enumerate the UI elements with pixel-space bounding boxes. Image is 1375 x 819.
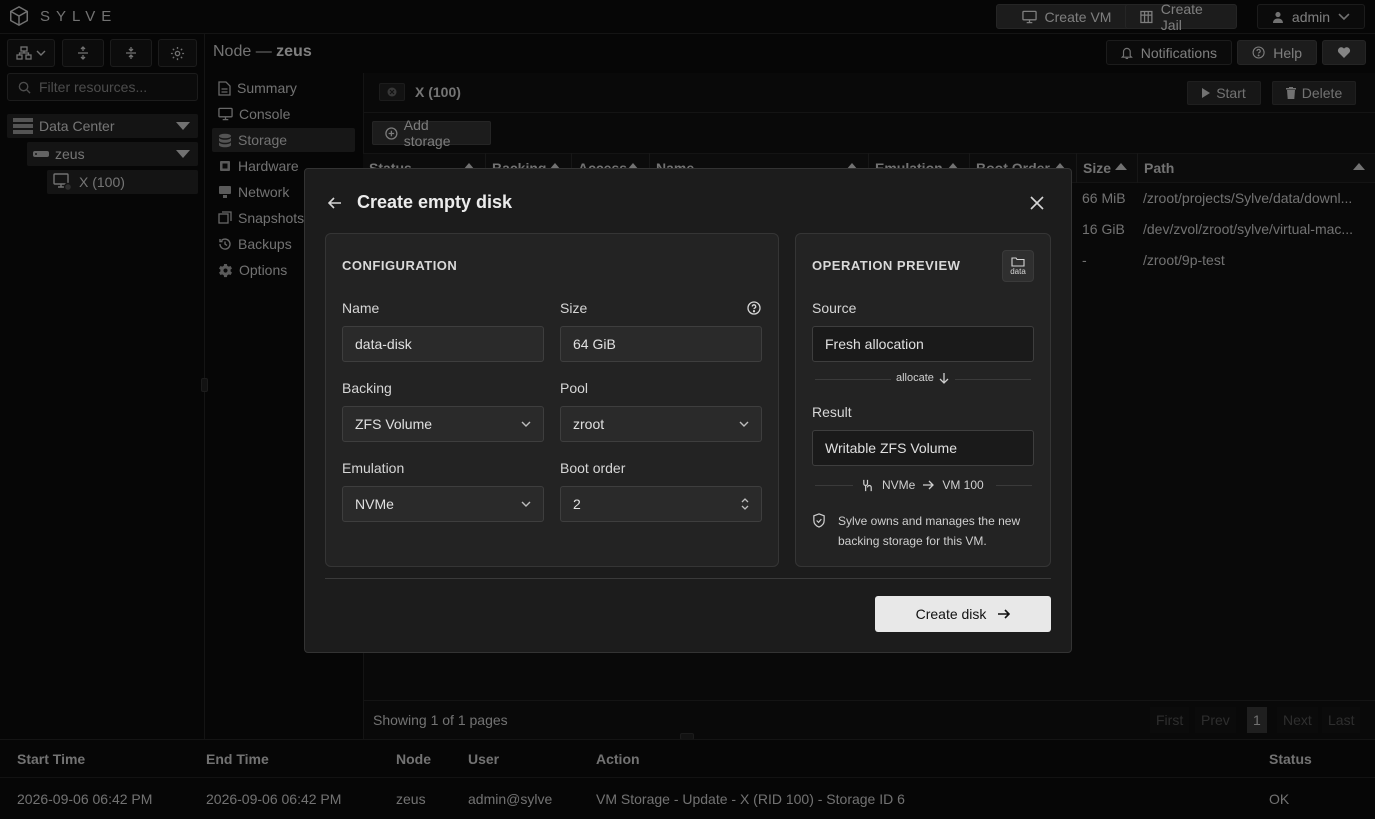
allocate-label: allocate [896, 372, 934, 384]
shield-check-icon [813, 513, 825, 528]
boot-order-value: 2 [573, 496, 581, 512]
arrow-down-icon [939, 372, 949, 384]
name-value: data-disk [355, 336, 412, 352]
chevron-down-icon [521, 421, 531, 427]
source-value-box: Fresh allocation [812, 326, 1034, 362]
arrow-right-icon [923, 480, 935, 490]
configuration-header: CONFIGURATION [342, 258, 458, 273]
size-label: Size [560, 300, 588, 316]
arrow-right-icon [998, 609, 1011, 619]
source-label: Source [812, 300, 857, 316]
help-circle-icon[interactable] [747, 301, 761, 315]
name-input[interactable]: data-disk [342, 326, 544, 362]
stepper-arrows-icon[interactable] [741, 497, 749, 511]
size-value: 64 GiB [573, 336, 616, 352]
pool-label: Pool [560, 380, 589, 396]
pool-value: zroot [573, 416, 605, 432]
size-input[interactable]: 64 GiB [560, 326, 762, 362]
data-icon-label: data [1010, 266, 1026, 276]
chevron-down-icon [521, 501, 531, 507]
flow-to-label: VM 100 [942, 478, 984, 492]
connector-icon [863, 479, 872, 491]
divider [815, 379, 891, 380]
emulation-label: Emulation [342, 460, 405, 476]
source-value: Fresh allocation [825, 336, 924, 352]
name-label: Name [342, 300, 380, 316]
ownership-note: Sylve owns and manages the new backing s… [838, 514, 1021, 548]
divider [325, 578, 1051, 579]
allocate-indicator: allocate [896, 372, 949, 384]
boot-order-label: Boot order [560, 460, 626, 476]
create-disk-label: Create disk [915, 606, 987, 622]
emulation-select[interactable]: NVMe [342, 486, 544, 522]
result-label: Result [812, 404, 852, 420]
divider [815, 485, 853, 486]
flow-from-label: NVMe [882, 478, 916, 492]
create-disk-button[interactable]: Create disk [875, 596, 1051, 632]
result-value: Writable ZFS Volume [825, 440, 958, 456]
backing-label: Backing [342, 380, 392, 396]
emulation-value: NVMe [355, 496, 394, 512]
close-icon[interactable] [1030, 196, 1044, 210]
divider [955, 379, 1031, 380]
data-folder-icon: data [1002, 250, 1034, 282]
dialog-title: Create empty disk [357, 192, 513, 212]
back-arrow-icon[interactable] [328, 197, 342, 209]
chevron-down-icon [739, 421, 749, 427]
pool-select[interactable]: zroot [560, 406, 762, 442]
attach-flow: NVMe VM 100 [861, 478, 984, 492]
boot-order-stepper[interactable]: 2 [560, 486, 762, 522]
backing-value: ZFS Volume [355, 416, 433, 432]
divider [996, 485, 1032, 486]
result-value-box: Writable ZFS Volume [812, 430, 1034, 466]
preview-header: OPERATION PREVIEW [812, 258, 961, 273]
backing-select[interactable]: ZFS Volume [342, 406, 544, 442]
